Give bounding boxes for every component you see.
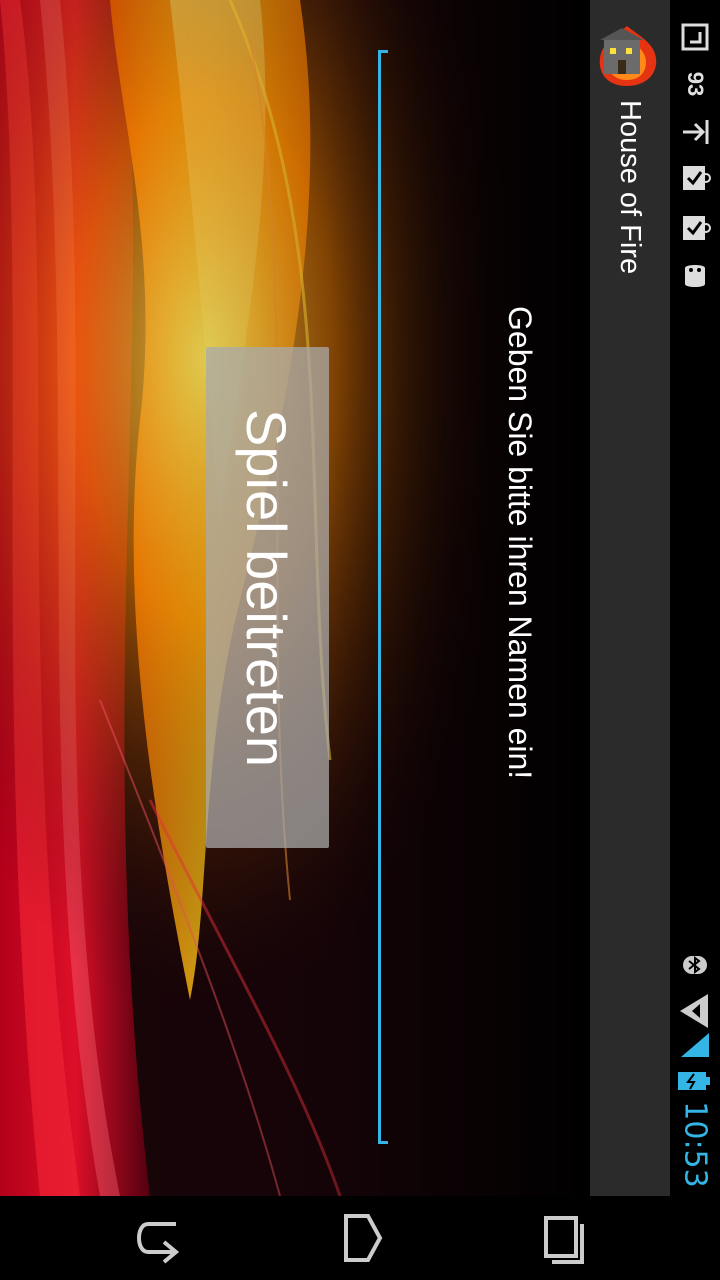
- name-prompt: Geben Sie bitte ihren Namen ein!: [498, 306, 540, 906]
- bluetooth-icon: [670, 950, 720, 980]
- name-input[interactable]: [378, 50, 388, 1144]
- join-game-label: Spiel beitreten: [235, 409, 298, 768]
- sim-card-icon: [670, 18, 720, 56]
- rotate-icon[interactable]: [124, 1202, 196, 1274]
- navigation-bar: [0, 1196, 720, 1280]
- app-icon: [596, 24, 658, 88]
- data-transfer-icon: [670, 990, 720, 1032]
- app-title: House of Fire: [592, 100, 668, 300]
- counter-badge: 93: [682, 71, 708, 97]
- home-icon[interactable]: [326, 1202, 398, 1274]
- clock: 10:53: [677, 1100, 713, 1188]
- name-prompt-text: Geben Sie bitte ihren Namen ein!: [502, 306, 538, 780]
- join-game-button[interactable]: Spiel beitreten: [206, 347, 329, 848]
- notification-check-icon-2: [670, 208, 720, 248]
- app-title-text: House of Fire: [614, 100, 646, 275]
- android-debug-icon: [670, 256, 720, 296]
- battery-charging-icon: [670, 1068, 720, 1094]
- download-icon: [670, 114, 720, 150]
- status-bar: 93 10:53: [670, 0, 720, 1196]
- recent-apps-icon[interactable]: [528, 1202, 600, 1274]
- signal-strength-icon: [670, 1030, 720, 1060]
- notification-check-icon: [670, 158, 720, 198]
